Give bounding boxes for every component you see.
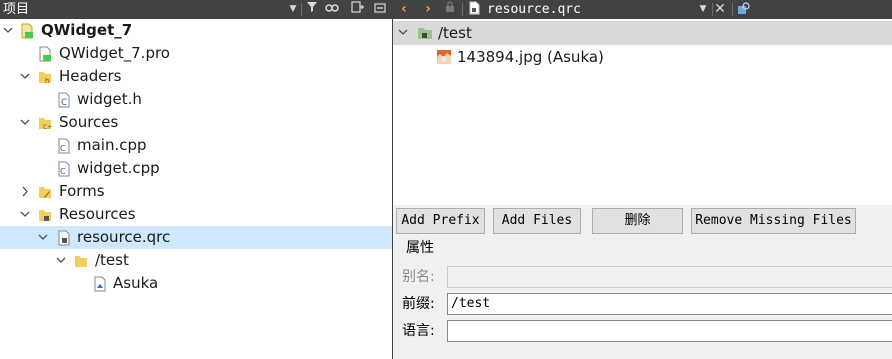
header-file-icon: C: [57, 92, 71, 108]
forward-arrow-icon[interactable]: ›: [419, 1, 437, 18]
chevron-right-icon[interactable]: [19, 180, 31, 203]
cpp-file-icon: C: [57, 161, 71, 177]
tree-item-label: Sources: [59, 113, 119, 131]
tree-item-label: QWidget_7: [41, 21, 133, 39]
chevron-down-icon[interactable]: [19, 203, 31, 226]
close-icon[interactable]: ✕: [711, 1, 729, 18]
project-panel: 项目 ▼ QWidget_7 QWidget_7.pro h Headers C…: [0, 0, 392, 359]
tree-item-label: QWidget_7.pro: [59, 44, 170, 62]
tree-item-resource-qrc[interactable]: resource.qrc: [0, 226, 392, 249]
add-prefix-button[interactable]: Add Prefix: [396, 208, 485, 234]
remove-missing-files-button[interactable]: Remove Missing Files: [691, 208, 856, 234]
resource-tree: /test 143894.jpg (Asuka): [393, 19, 892, 205]
alias-label: 别名:: [402, 269, 435, 285]
add-files-button[interactable]: Add Files: [493, 208, 581, 234]
resource-action-buttons: Add Prefix Add Files 删除 Remove Missing F…: [393, 205, 892, 237]
tree-item-label: Asuka: [113, 274, 159, 292]
tree-item-label: widget.cpp: [77, 159, 160, 177]
image-file-icon: [93, 276, 107, 292]
cpp-file-icon: C: [57, 138, 71, 154]
tree-item-test-prefix[interactable]: /test: [0, 249, 392, 272]
tree-item-widget-h[interactable]: C widget.h: [0, 88, 392, 111]
toolbar-separator: [462, 3, 463, 16]
qrc-file-icon: [57, 230, 71, 246]
tree-item-forms[interactable]: Forms: [0, 180, 392, 203]
project-panel-title[interactable]: 项目: [3, 1, 29, 18]
project-panel-toolbar: 项目 ▼: [0, 0, 392, 19]
chevron-down-icon[interactable]: [19, 65, 31, 88]
language-label: 语言:: [402, 323, 435, 339]
dropdown-icon[interactable]: ▼: [694, 1, 712, 18]
tree-item-label: main.cpp: [77, 136, 147, 154]
prefix-folder-icon: [417, 25, 433, 41]
tree-item-pro-file[interactable]: QWidget_7.pro: [0, 42, 392, 65]
language-field[interactable]: [447, 320, 892, 342]
headers-folder-icon: h: [38, 69, 52, 85]
qrc-file-icon: [466, 1, 484, 18]
split-editor-icon[interactable]: [735, 1, 753, 18]
qt-creator-window: 项目 ▼ QWidget_7 QWidget_7.pro h Headers C…: [0, 0, 892, 359]
editor-toolbar: ‹ › resource.qrc ▼ ✕: [393, 0, 892, 19]
tree-item-headers[interactable]: h Headers: [0, 65, 392, 88]
prefix-label: 前缀:: [402, 296, 435, 312]
toolbar-separator: [732, 3, 733, 16]
resource-prefix-row[interactable]: /test: [393, 21, 892, 45]
alias-field[interactable]: [447, 266, 892, 288]
tree-item-label: /test: [95, 251, 129, 269]
tree-item-main-cpp[interactable]: C main.cpp: [0, 134, 392, 157]
chevron-down-icon[interactable]: [19, 111, 31, 134]
resource-prefix-label: /test: [438, 24, 472, 42]
tree-item-widget-cpp[interactable]: C widget.cpp: [0, 157, 392, 180]
resource-file-row[interactable]: 143894.jpg (Asuka): [393, 45, 892, 69]
svg-text:C: C: [61, 98, 67, 108]
sources-folder-icon: C+: [38, 115, 52, 131]
properties-heading: 属性: [406, 240, 434, 256]
svg-text:C+: C+: [43, 124, 52, 131]
svg-text:h: h: [45, 77, 49, 85]
split-icon[interactable]: [349, 1, 367, 18]
forms-folder-icon: [38, 184, 52, 200]
svg-text:C: C: [60, 167, 66, 176]
chevron-down-icon[interactable]: [397, 21, 409, 45]
pro-file-icon: [38, 46, 52, 62]
tree-item-asuka[interactable]: Asuka: [0, 272, 392, 295]
tree-item-resources[interactable]: Resources: [0, 203, 392, 226]
properties-group: 属性 别名: 前缀: /test 语言:: [393, 237, 892, 359]
tree-item-sources[interactable]: C+ Sources: [0, 111, 392, 134]
folder-icon: [74, 253, 88, 269]
link-icon[interactable]: [323, 1, 341, 18]
lock-icon: [441, 1, 459, 18]
svg-text:C: C: [60, 144, 66, 153]
tree-item-project[interactable]: QWidget_7: [0, 19, 392, 42]
chevron-down-icon[interactable]: [55, 249, 67, 272]
tree-item-label: widget.h: [77, 90, 142, 108]
tree-item-label: Forms: [59, 182, 105, 200]
toolbar-separator: [301, 3, 302, 16]
resource-editor: ‹ › resource.qrc ▼ ✕ /test 143894.jpg (A…: [393, 0, 892, 359]
dropdown-icon[interactable]: ▼: [284, 1, 302, 18]
collapse-icon[interactable]: [371, 1, 389, 18]
tree-item-label: resource.qrc: [77, 228, 171, 246]
tree-item-label: Resources: [59, 205, 136, 223]
resources-folder-icon: [38, 207, 52, 223]
open-document-name[interactable]: resource.qrc: [487, 1, 581, 18]
resource-file-label: 143894.jpg (Asuka): [457, 48, 604, 66]
prefix-field[interactable]: /test: [447, 293, 892, 315]
chevron-down-icon[interactable]: [2, 19, 14, 42]
chevron-down-icon[interactable]: [37, 226, 49, 249]
tree-item-label: Headers: [59, 67, 122, 85]
project-icon: [20, 23, 34, 39]
delete-button[interactable]: 删除: [592, 208, 683, 234]
filter-icon[interactable]: [303, 1, 321, 18]
back-arrow-icon[interactable]: ‹: [395, 1, 413, 18]
image-thumbnail-icon: [436, 49, 452, 65]
